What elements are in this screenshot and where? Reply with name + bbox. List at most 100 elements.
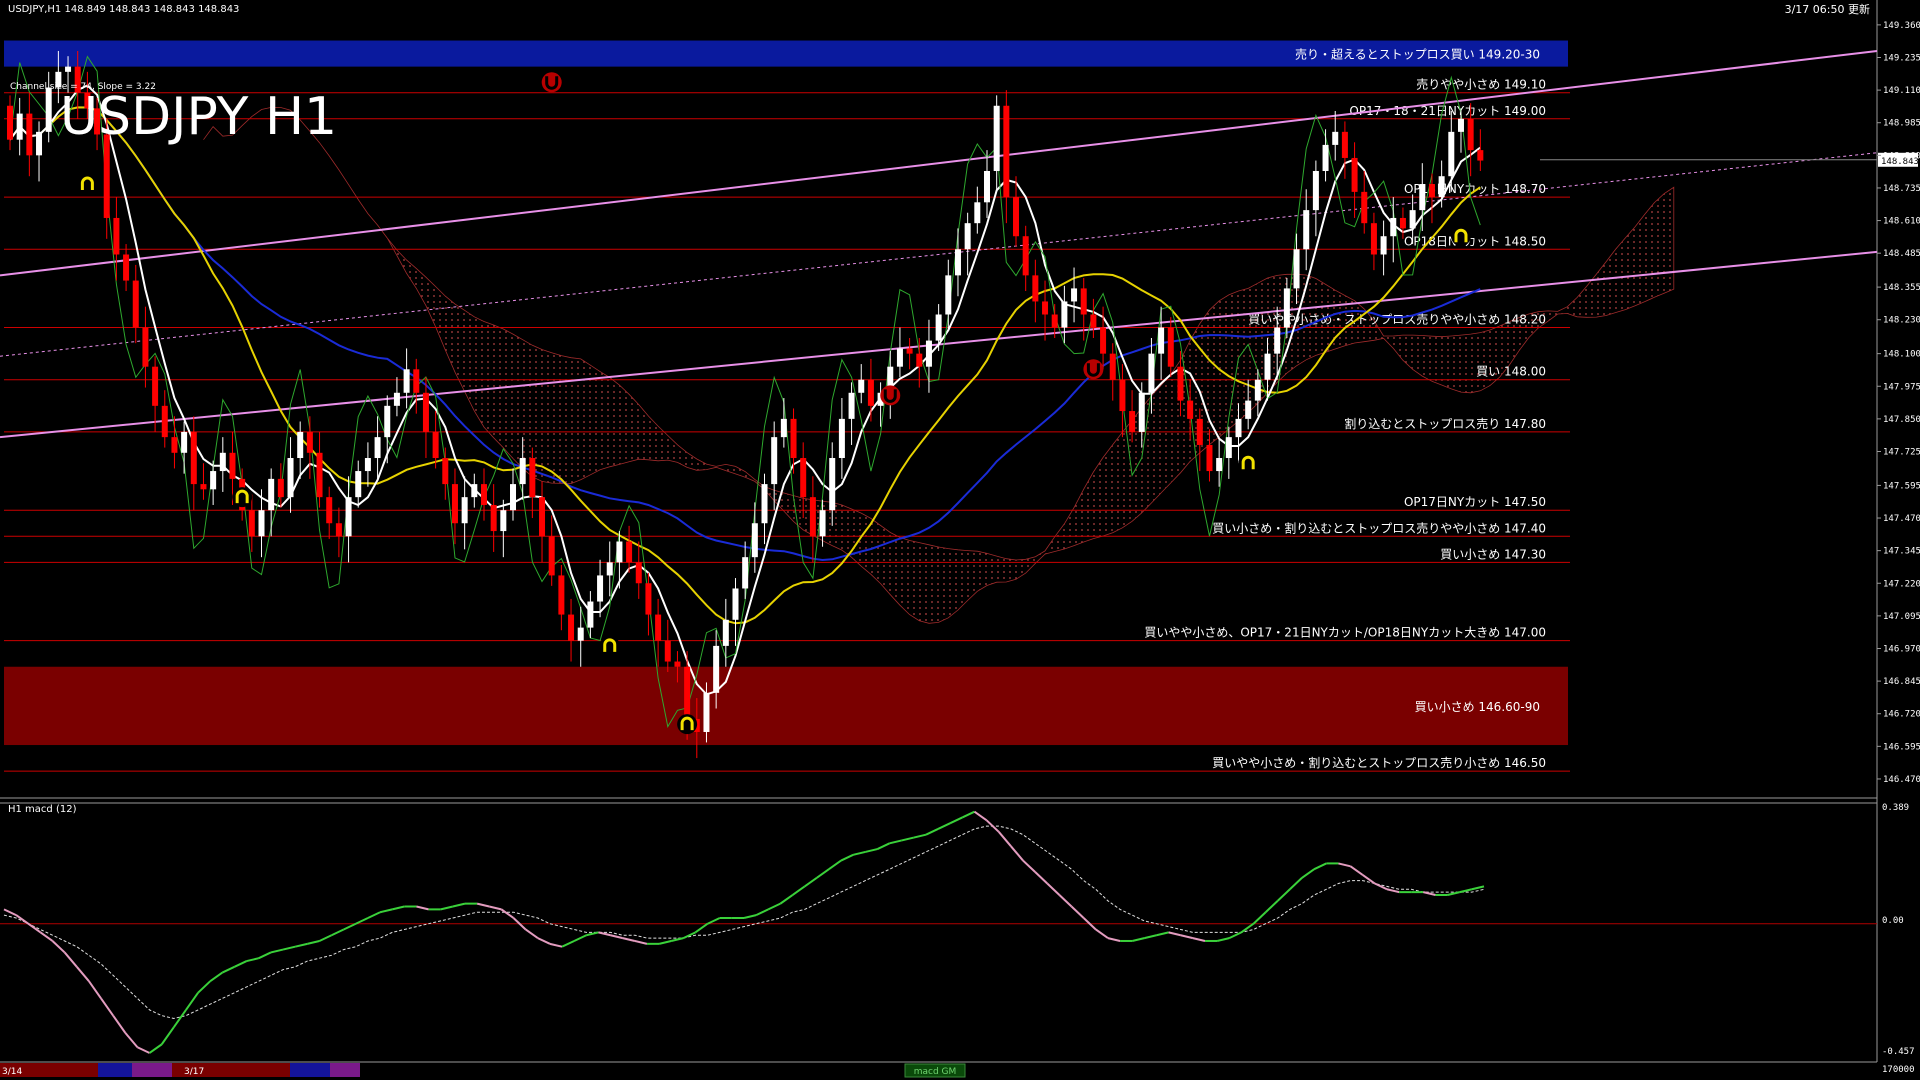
candle-bear	[684, 666, 691, 719]
price-tick-label: 149.360	[1883, 21, 1920, 31]
price-tick-label: 148.860	[1883, 151, 1920, 161]
candle-bull	[935, 314, 942, 341]
candle-bear	[152, 366, 159, 406]
candle-bear	[1051, 314, 1058, 328]
price-tick-label: 148.230	[1883, 316, 1920, 326]
candle-bear	[171, 437, 178, 453]
candle-bear	[1467, 118, 1474, 151]
candle-bull	[713, 645, 720, 693]
candle-bull	[993, 105, 1000, 171]
candle-bear	[490, 504, 497, 532]
candle-bear	[123, 254, 130, 281]
candle-bear	[548, 536, 555, 576]
zone-label: 買い小さめ 146.60-90	[1415, 700, 1540, 714]
price-tick-label: 147.345	[1883, 547, 1920, 557]
candle-bear	[916, 353, 923, 367]
scrollbar-label: macd GM	[914, 1067, 957, 1077]
candle-bear	[529, 458, 536, 498]
candle-bear	[132, 280, 139, 328]
price-tick-label: 147.975	[1883, 382, 1920, 392]
candle-bull	[577, 627, 584, 641]
candle-bear	[248, 510, 255, 537]
candle-bear	[867, 379, 874, 406]
candle-bull	[771, 437, 778, 485]
price-tick-label: 148.355	[1883, 283, 1920, 293]
candle-bear	[539, 497, 546, 537]
candle-bear	[442, 458, 449, 485]
candle-bear	[568, 614, 575, 641]
candle-bull	[403, 369, 410, 393]
candle-bull	[606, 562, 613, 576]
candle-bull	[1274, 327, 1281, 354]
price-tick-label: 146.845	[1883, 677, 1920, 687]
chart-background	[0, 0, 1920, 1080]
candle-bull	[345, 497, 352, 537]
candle-bull	[1148, 353, 1155, 393]
candle-bear	[451, 484, 458, 524]
macd-scale-bottom: -0.457	[1882, 1047, 1915, 1057]
candle-bear	[1100, 327, 1107, 354]
candle-bull	[964, 223, 971, 250]
candle-bear	[413, 369, 420, 393]
chart-canvas[interactable]: 売り・超えるとストップロス買い 149.20-30 買い小さめ 146.60-90…	[0, 0, 1920, 1080]
update-time: 3/17 06:50 更新	[1785, 2, 1870, 16]
candle-bull	[616, 541, 623, 563]
candle-bull	[1138, 392, 1145, 432]
candle-bear	[906, 348, 913, 354]
candle-bear	[790, 418, 797, 459]
candle-bear	[664, 640, 671, 662]
candle-bear	[1013, 197, 1020, 237]
price-tick-label: 148.985	[1883, 119, 1920, 129]
candle-bull	[219, 452, 226, 472]
candle-bull	[45, 87, 52, 132]
candle-bull	[500, 510, 507, 532]
candle-bull	[297, 431, 304, 459]
candle-bull	[983, 170, 990, 203]
time-label-mid: 3/17	[184, 1067, 204, 1077]
candle-bear	[809, 497, 816, 537]
candle-bull	[1293, 249, 1300, 289]
candle-bear	[674, 661, 681, 667]
candle-bull	[819, 510, 826, 537]
candle-bull	[925, 340, 932, 367]
session-block	[290, 1063, 330, 1077]
candle-bull	[65, 66, 72, 72]
candle-bull	[761, 484, 768, 524]
candle-bull	[751, 523, 758, 558]
candle-bear	[1361, 191, 1368, 224]
candle-bear	[229, 452, 236, 479]
candle-bull	[510, 484, 517, 511]
bottom-right-value: 170000	[1882, 1065, 1915, 1075]
candle-bull	[722, 619, 729, 646]
candle-bull	[393, 392, 400, 406]
candle-bear	[1003, 105, 1010, 198]
candle-bull	[742, 557, 749, 589]
candle-bull	[1303, 210, 1310, 250]
candle-bear	[306, 431, 313, 453]
candle-bull	[1061, 301, 1068, 328]
candle-bull	[703, 692, 710, 732]
candle-bear	[626, 541, 633, 563]
candle-bull	[471, 484, 478, 498]
candle-bull	[1457, 118, 1464, 132]
candle-bull	[1448, 131, 1455, 177]
price-tick-label: 147.850	[1883, 415, 1920, 425]
macd-scale-top: 0.389	[1882, 803, 1909, 813]
candle-bear	[161, 405, 168, 438]
session-block	[132, 1063, 172, 1077]
price-tick-label: 147.470	[1883, 514, 1920, 524]
candle-bull	[1283, 288, 1290, 328]
candle-bear	[200, 484, 207, 490]
candle-bull	[848, 392, 855, 419]
candle-bull	[268, 478, 275, 511]
candle-bear	[26, 113, 33, 156]
price-tick-label: 148.610	[1883, 217, 1920, 227]
candle-bull	[954, 249, 961, 276]
level-label: 売りやや小さめ 149.10	[1416, 77, 1546, 92]
candle-bull	[1419, 184, 1426, 211]
level-label: 買い 148.00	[1476, 365, 1546, 379]
candle-bear	[1428, 184, 1435, 198]
candle-bull	[287, 458, 294, 498]
price-tick-label: 147.220	[1883, 579, 1920, 589]
candle-bull	[519, 458, 526, 485]
